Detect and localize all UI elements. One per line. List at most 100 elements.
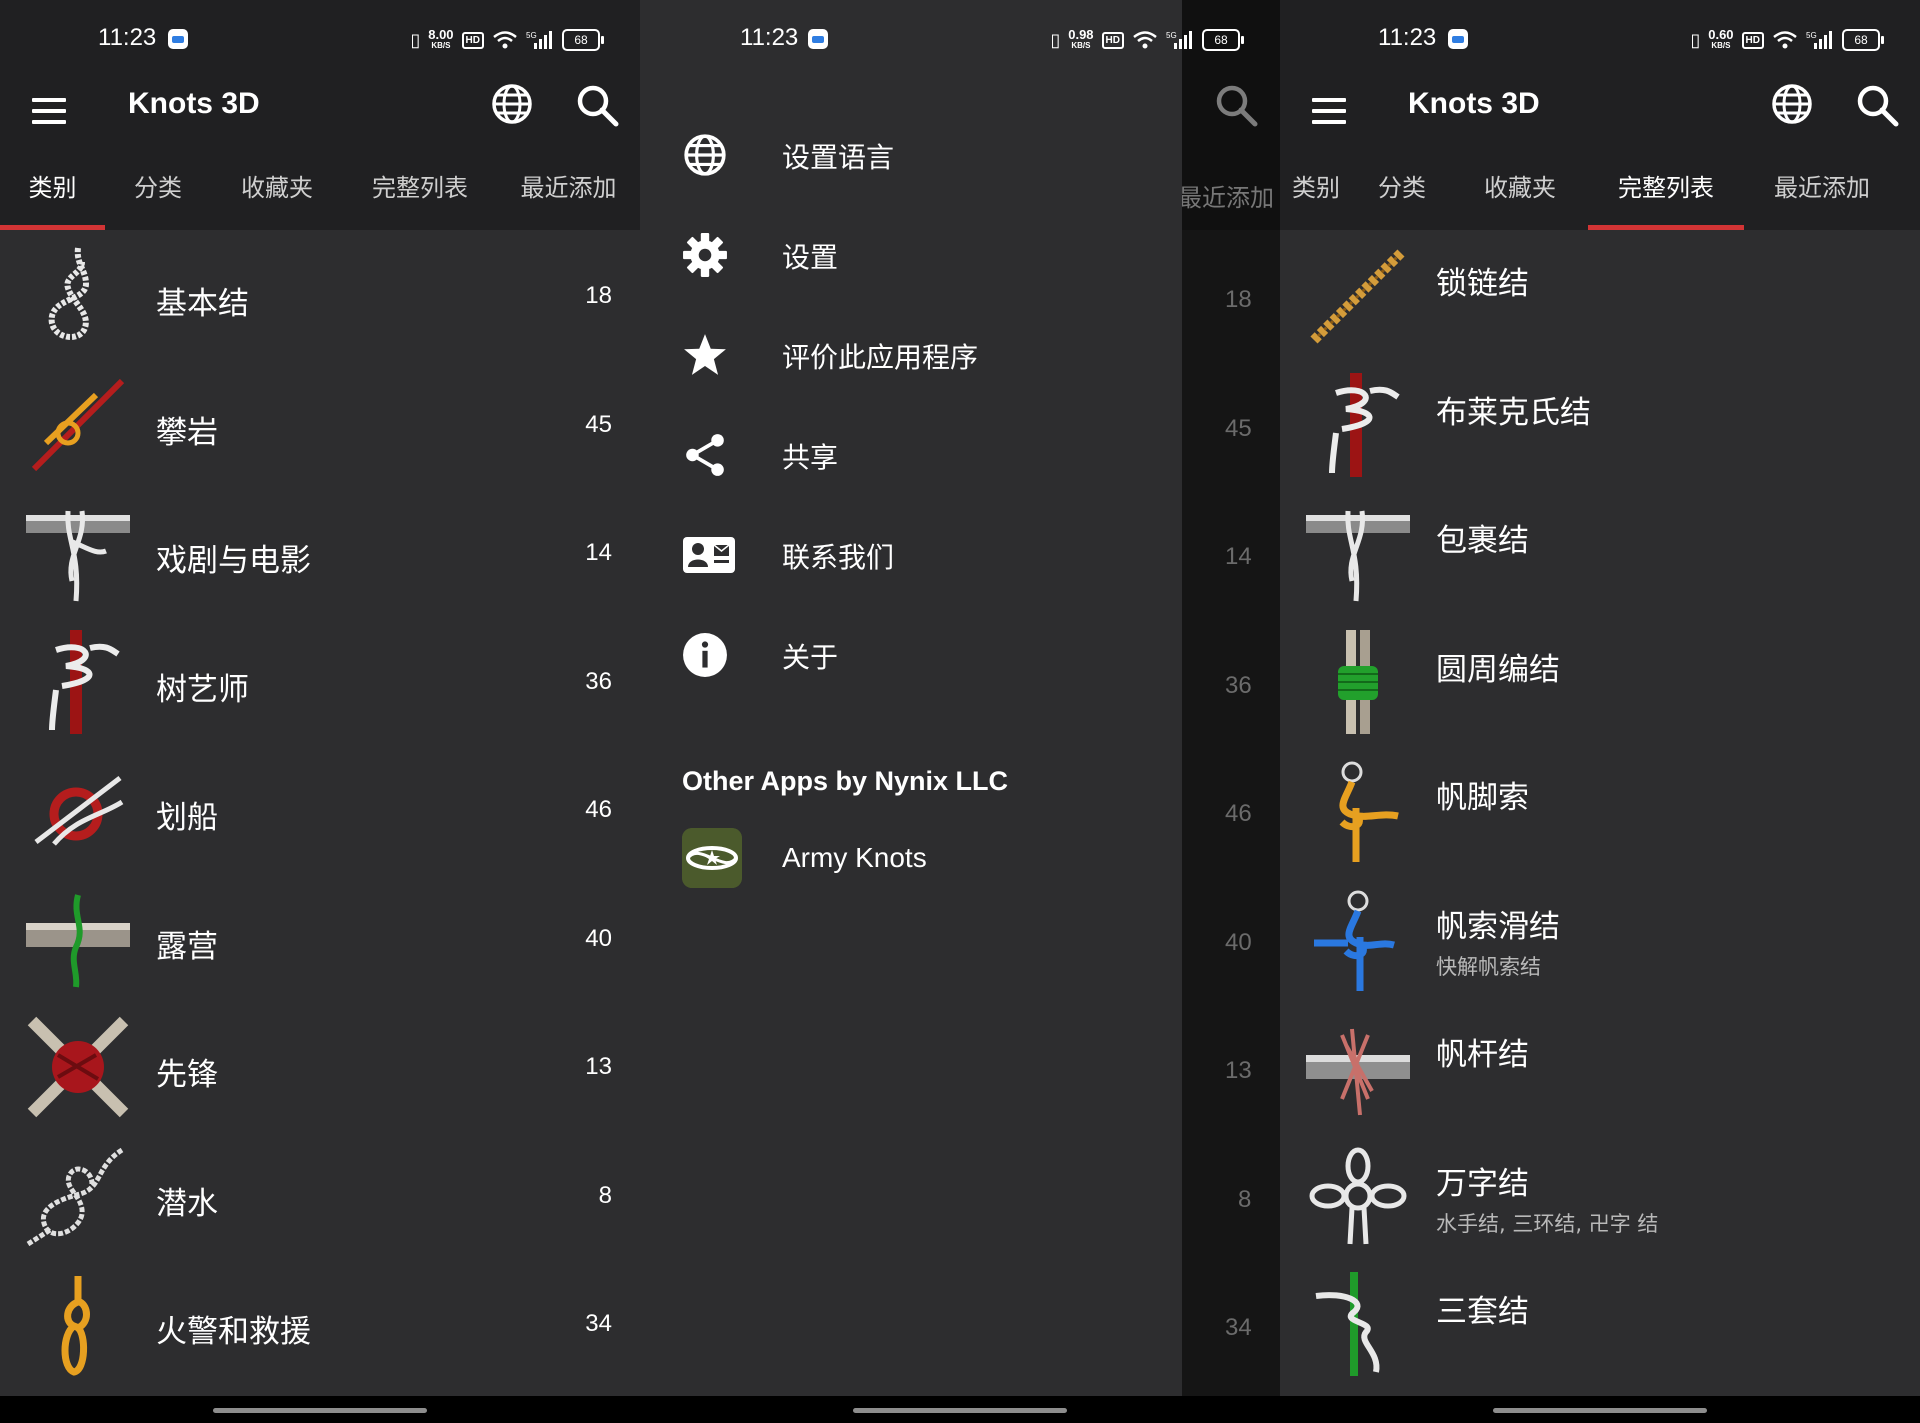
category-count: 40 <box>1225 929 1252 956</box>
arborist-hitch-icon <box>49 629 120 734</box>
screenshot-composite: 11:23 ▯ 8.00 KB/S HD 5G 68 Knots 3D 类别 分类… <box>0 0 1920 1423</box>
list-item[interactable]: 圆周编结 <box>1280 616 1920 745</box>
menu-item-label: 设置语言 <box>782 141 895 174</box>
list-item[interactable]: 划船 46 <box>0 744 640 873</box>
status-bar: 11:23 ▯ 0.98 KB/S HD 5G 68 <box>640 0 1244 80</box>
hamburger-menu-icon[interactable] <box>32 98 66 128</box>
tab-categories[interactable]: 类别 <box>1280 170 1352 230</box>
category-count: 36 <box>1225 672 1252 699</box>
category-count: 14 <box>585 539 612 566</box>
status-bar: 11:23 ▯ 8.00 KB/S HD 5G 68 <box>0 0 640 80</box>
diving-knot-icon <box>26 1147 124 1246</box>
category-count: 13 <box>585 1053 612 1080</box>
list-item[interactable]: 火警和救援 34 <box>0 1258 640 1387</box>
knot-label: 圆周编结 <box>1436 651 1560 688</box>
status-indicators: ▯ 8.00 KB/S HD 5G 68 <box>410 27 604 53</box>
categories-screen: 11:23 ▯ 8.00 KB/S HD 5G 68 Knots 3D 类别 分类… <box>0 0 640 1423</box>
tab-categories[interactable]: 类别 <box>0 170 105 230</box>
home-gesture-handle[interactable] <box>1493 1408 1707 1413</box>
battery-indicator: 68 <box>1202 29 1244 51</box>
globe-icon[interactable] <box>490 82 534 126</box>
category-count: 34 <box>1225 1314 1252 1341</box>
menu-item-rate-app[interactable]: 评价此应用程序 <box>640 304 1182 404</box>
category-count: 45 <box>585 410 612 438</box>
list-item[interactable]: 帆脚索 <box>1280 744 1920 873</box>
search-icon[interactable] <box>576 84 620 128</box>
tab-classification[interactable]: 分类 <box>105 170 211 230</box>
tab-full-list[interactable]: 完整列表 <box>1588 170 1744 230</box>
category-label: 先锋 <box>156 1057 218 1093</box>
list-item[interactable]: 万字结 水手结, 三环结, 卍字 结 <box>1280 1130 1920 1259</box>
svg-text:5G: 5G <box>1166 31 1177 40</box>
menu-item-settings[interactable]: 设置 <box>640 204 1182 304</box>
network-speed: 8.00 KB/S <box>428 27 454 50</box>
tab-recently-added[interactable]: 最近添加 <box>497 170 640 230</box>
wifi-icon <box>1133 31 1157 49</box>
list-item[interactable]: 树艺师 36 <box>0 616 640 745</box>
vibrate-icon: ▯ <box>1690 29 1701 50</box>
tab-recently-added[interactable]: 最近添加 <box>1744 170 1900 230</box>
category-label: 划船 <box>156 800 218 836</box>
signal-icon: 5G <box>1806 31 1832 49</box>
list-item[interactable]: 帆索滑结 快解帆索结 <box>1280 873 1920 1002</box>
vibrate-icon: ▯ <box>410 29 421 50</box>
tab-favorites[interactable]: 收藏夹 <box>211 170 343 230</box>
menu-item-contact-us[interactable]: 联系我们 <box>640 504 1182 604</box>
hd-badge: HD <box>461 31 484 49</box>
tab-classification[interactable]: 分类 <box>1352 170 1452 230</box>
hd-badge: HD <box>1741 31 1764 49</box>
tab-favorites[interactable]: 收藏夹 <box>1452 170 1588 230</box>
drawer-menu: 设置语言 设置 评价此应用程序 共享 联系我们 关于 <box>640 104 1182 704</box>
knot-subtitle: 快解帆索结 <box>1436 954 1541 979</box>
list-item[interactable]: 锁链结 <box>1280 230 1920 359</box>
category-label: 攀岩 <box>156 414 218 451</box>
app-title: Knots 3D <box>1408 87 1540 120</box>
category-label: 戏剧与电影 <box>156 543 311 579</box>
globe-icon[interactable] <box>1770 82 1814 126</box>
list-item[interactable]: 潜水 8 <box>0 1130 640 1259</box>
list-item[interactable]: 包裹结 <box>1280 487 1920 616</box>
category-count: 45 <box>1225 415 1252 442</box>
category-label: 树艺师 <box>156 671 249 708</box>
category-label: 基本结 <box>156 286 249 322</box>
notification-icon <box>168 29 188 49</box>
menu-item-label: 联系我们 <box>782 541 895 574</box>
list-item[interactable]: 基本结 18 <box>0 230 640 359</box>
network-speed: 0.98 KB/S <box>1068 27 1094 50</box>
list-item[interactable]: 三套结 <box>1280 1258 1920 1387</box>
menu-item-language[interactable]: 设置语言 <box>640 104 1182 204</box>
list-item[interactable]: 露营 40 <box>0 873 640 1002</box>
list-item[interactable]: 戏剧与电影 14 <box>0 487 640 616</box>
home-gesture-handle[interactable] <box>853 1408 1067 1413</box>
rescue-loop-icon <box>61 1276 90 1376</box>
list-item[interactable]: 布莱克氏结 <box>1280 359 1920 488</box>
menu-item-share[interactable]: 共享 <box>640 404 1182 504</box>
tab-full-list[interactable]: 完整列表 <box>343 170 497 230</box>
category-list: 基本结 18 攀岩 45 戏剧与电影 14 树艺师 36 划船 46 露营 40… <box>0 230 640 1387</box>
share-icon <box>686 434 724 476</box>
battery-indicator: 68 <box>562 29 604 51</box>
other-app-item[interactable]: Army Knots <box>682 828 1162 890</box>
category-count: 46 <box>1225 800 1252 827</box>
wifi-icon <box>493 31 517 49</box>
search-icon[interactable] <box>1856 84 1900 128</box>
menu-item-about[interactable]: 关于 <box>640 604 1182 704</box>
contact-card-icon <box>683 537 735 573</box>
category-label: 潜水 <box>156 1185 218 1222</box>
army-knots-logo <box>682 828 742 888</box>
category-count: 13 <box>1225 1057 1252 1084</box>
menu-item-label: 共享 <box>782 441 839 474</box>
list-item[interactable]: 先锋 13 <box>0 1001 640 1130</box>
info-icon <box>683 633 727 677</box>
search-icon <box>1216 85 1258 127</box>
navigation-drawer: 11:23 ▯ 0.98 KB/S HD 5G 68 设置语言 设置 评价此应用… <box>640 0 1244 1396</box>
navigation-bar <box>1280 1396 1920 1423</box>
battery-indicator: 68 <box>1842 29 1884 51</box>
hamburger-menu-icon[interactable] <box>1312 98 1346 128</box>
knot-label: 布莱克氏结 <box>1436 394 1591 431</box>
list-item[interactable]: 攀岩 45 <box>0 359 640 488</box>
home-gesture-handle[interactable] <box>213 1408 427 1413</box>
status-time: 11:23 <box>1378 24 1437 51</box>
parcel-knot-icon <box>1306 510 1410 602</box>
list-item[interactable]: 帆杆结 <box>1280 1001 1920 1130</box>
